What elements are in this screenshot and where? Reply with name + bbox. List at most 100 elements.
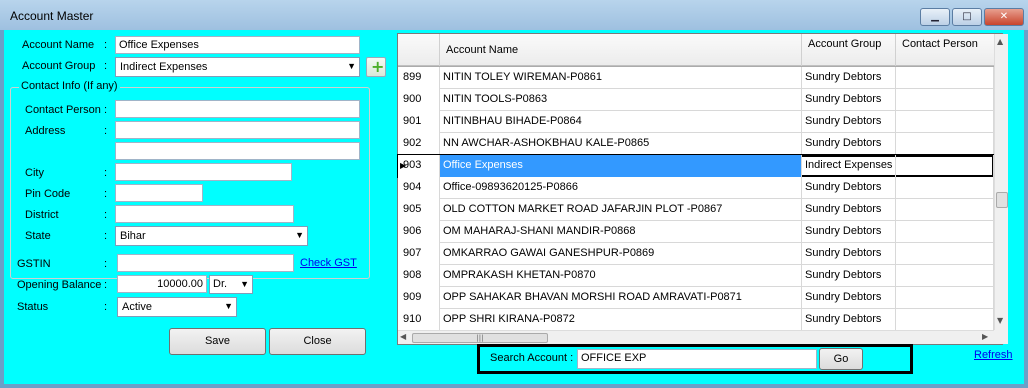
row-number[interactable]: 900: [398, 89, 440, 111]
accounts-grid[interactable]: Account Name Account Group Contact Perso…: [397, 33, 1008, 345]
cell-contact-person[interactable]: [896, 177, 994, 199]
table-row[interactable]: 907 OMKARRAO GAWAI GANESHPUR-P0869 Sundry …: [398, 243, 994, 265]
go-button[interactable]: Go: [819, 348, 863, 370]
cell-account-name[interactable]: NITIN TOLEY WIREMAN-P0861: [440, 67, 802, 89]
cell-account-name-text: OMPRAKASH KHETAN-P0870: [443, 269, 596, 281]
district-input[interactable]: [115, 205, 294, 223]
row-number[interactable]: 908: [398, 265, 440, 287]
contact-person-label: Contact Person: [25, 104, 101, 116]
row-number[interactable]: 910: [398, 309, 440, 331]
cell-contact-person[interactable]: [896, 89, 994, 111]
address-line1-input[interactable]: [115, 121, 360, 139]
pin-code-input[interactable]: [115, 184, 203, 202]
cell-account-name[interactable]: OPP SAHAKAR BHAVAN MORSHI ROAD AMRAVATI-…: [440, 287, 802, 309]
scroll-thumb-horizontal[interactable]: |||: [412, 333, 548, 343]
close-button[interactable]: Close: [269, 328, 366, 355]
column-header-account-group[interactable]: Account Group: [802, 34, 896, 66]
cell-account-name[interactable]: Office Expenses: [440, 155, 802, 177]
account-group-select[interactable]: Indirect Expenses ▼: [115, 57, 360, 77]
city-input[interactable]: [115, 163, 292, 181]
cell-contact-person[interactable]: [896, 309, 994, 331]
scroll-right-icon[interactable]: ▶: [982, 332, 988, 341]
refresh-link[interactable]: Refresh: [974, 349, 1013, 361]
column-header-account-name[interactable]: Account Name: [440, 34, 802, 66]
cell-account-name[interactable]: NITIN TOOLS-P0863: [440, 89, 802, 111]
account-name-input[interactable]: Office Expenses: [115, 36, 360, 54]
row-number[interactable]: 902: [398, 133, 440, 155]
cell-contact-person[interactable]: [896, 67, 994, 89]
cell-contact-person[interactable]: [896, 243, 994, 265]
cell-contact-person[interactable]: [896, 111, 994, 133]
status-select[interactable]: Active ▼: [117, 297, 237, 317]
cell-account-group[interactable]: Sundry Debtors: [802, 199, 896, 221]
table-row[interactable]: 899 NITIN TOLEY WIREMAN-P0861 Sundry Debto…: [398, 67, 994, 89]
cell-account-group[interactable]: Sundry Debtors: [802, 177, 896, 199]
scroll-thumb[interactable]: [996, 192, 1008, 208]
scroll-down-icon[interactable]: ▼: [997, 316, 1003, 325]
contact-person-input[interactable]: [115, 100, 360, 118]
table-row[interactable]: 905 OLD COTTON MARKET ROAD JAFARJIN PLOT …: [398, 199, 994, 221]
cell-account-name[interactable]: OLD COTTON MARKET ROAD JAFARJIN PLOT -P0…: [440, 199, 802, 221]
cell-contact-person[interactable]: [896, 155, 994, 177]
balance-type-select[interactable]: Dr. ▼: [209, 275, 253, 294]
horizontal-scrollbar[interactable]: ◀ ||| ▶: [398, 330, 994, 344]
table-row[interactable]: 904 Office-09893620125-P0866 Sundry Debtor…: [398, 177, 994, 199]
opening-balance-input[interactable]: 10000.00: [117, 275, 207, 293]
vertical-scrollbar[interactable]: ▲ ▼: [994, 34, 1008, 330]
row-number-text: 904: [403, 181, 422, 193]
table-row[interactable]: 903 ▶ Office Expenses Indirect Expenses: [397, 154, 995, 178]
cell-contact-person[interactable]: [896, 265, 994, 287]
row-number[interactable]: 907: [398, 243, 440, 265]
cell-account-group[interactable]: Sundry Debtors: [802, 221, 896, 243]
cell-account-name[interactable]: OM MAHARAJ-SHANI MANDIR-P0868: [440, 221, 802, 243]
row-number[interactable]: 899: [398, 67, 440, 89]
scroll-left-icon[interactable]: ◀: [400, 332, 406, 341]
cell-account-group[interactable]: Sundry Debtors: [802, 67, 896, 89]
cell-contact-person[interactable]: [896, 133, 994, 155]
row-number[interactable]: 909: [398, 287, 440, 309]
check-gst-link[interactable]: Check GST: [300, 257, 357, 269]
cell-account-group[interactable]: Sundry Debtors: [802, 111, 896, 133]
row-number[interactable]: 905: [398, 199, 440, 221]
cell-account-group[interactable]: Sundry Debtors: [802, 243, 896, 265]
colon: :: [104, 188, 108, 200]
add-account-group-button[interactable]: +: [366, 57, 386, 77]
table-row[interactable]: 908 OMPRAKASH KHETAN-P0870 Sundry Debtors: [398, 265, 994, 287]
state-select[interactable]: Bihar ▼: [115, 226, 308, 246]
cell-account-group[interactable]: Indirect Expenses: [802, 155, 896, 177]
row-number[interactable]: 903 ▶: [398, 155, 440, 177]
close-window-button[interactable]: ✕: [984, 8, 1024, 26]
cell-account-group[interactable]: Sundry Debtors: [802, 309, 896, 331]
cell-contact-person[interactable]: [896, 221, 994, 243]
table-row[interactable]: 906 OM MAHARAJ-SHANI MANDIR-P0868 Sundry D…: [398, 221, 994, 243]
cell-account-name[interactable]: OMKARRAO GAWAI GANESHPUR-P0869: [440, 243, 802, 265]
cell-account-name[interactable]: NITINBHAU BIHADE-P0864: [440, 111, 802, 133]
row-number[interactable]: 904: [398, 177, 440, 199]
minimize-button[interactable]: ▁: [920, 8, 950, 26]
cell-account-name[interactable]: OPP SHRI KIRANA-P0872: [440, 309, 802, 331]
table-row[interactable]: 902 NN AWCHAR-ASHOKBHAU KALE-P0865 Sundry …: [398, 133, 994, 155]
scroll-up-icon[interactable]: ▲: [997, 37, 1003, 46]
row-number[interactable]: 901: [398, 111, 440, 133]
cell-contact-person[interactable]: [896, 287, 994, 309]
cell-contact-person[interactable]: [896, 199, 994, 221]
table-row[interactable]: 900 NITIN TOOLS-P0863 Sundry Debtors: [398, 89, 994, 111]
table-row[interactable]: 910 OPP SHRI KIRANA-P0872 Sundry Debtors: [398, 309, 994, 331]
row-header-corner: [398, 34, 440, 66]
column-header-contact-person[interactable]: Contact Person: [896, 34, 994, 66]
address-line2-input[interactable]: [115, 142, 360, 160]
row-number[interactable]: 906: [398, 221, 440, 243]
cell-account-group[interactable]: Sundry Debtors: [802, 265, 896, 287]
table-row[interactable]: 901 NITINBHAU BIHADE-P0864 Sundry Debtors: [398, 111, 994, 133]
cell-account-group[interactable]: Sundry Debtors: [802, 287, 896, 309]
cell-account-group[interactable]: Sundry Debtors: [802, 89, 896, 111]
search-account-input[interactable]: OFFICE EXP: [577, 349, 817, 369]
cell-account-name[interactable]: NN AWCHAR-ASHOKBHAU KALE-P0865: [440, 133, 802, 155]
gstin-input[interactable]: [117, 254, 294, 272]
table-row[interactable]: 909 OPP SAHAKAR BHAVAN MORSHI ROAD AMRAVA…: [398, 287, 994, 309]
save-button[interactable]: Save: [169, 328, 266, 355]
cell-account-name[interactable]: Office-09893620125-P0866: [440, 177, 802, 199]
cell-account-group[interactable]: Sundry Debtors: [802, 133, 896, 155]
cell-account-name[interactable]: OMPRAKASH KHETAN-P0870: [440, 265, 802, 287]
maximize-button[interactable]: □: [952, 8, 982, 26]
